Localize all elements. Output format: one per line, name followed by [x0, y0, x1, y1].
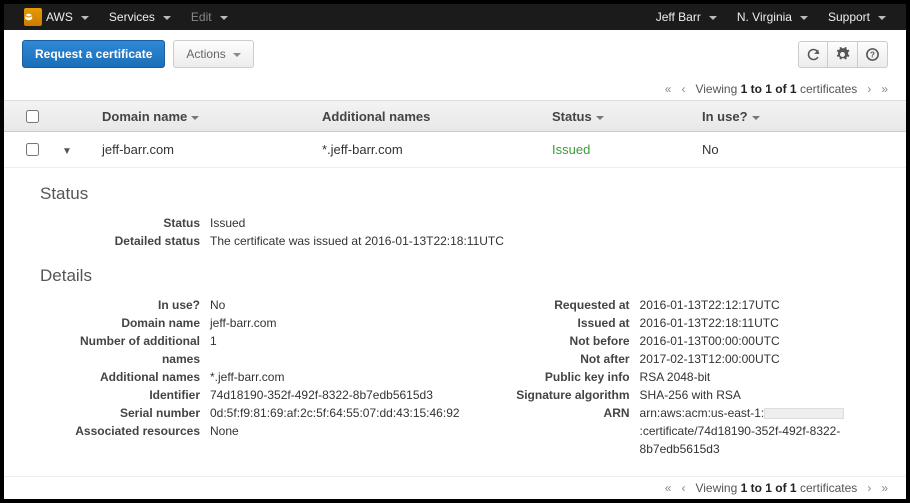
- page-first-button[interactable]: «: [665, 82, 672, 96]
- caret-down-icon: [705, 10, 717, 24]
- svg-text:?: ?: [870, 50, 875, 59]
- pager-top: « ‹ Viewing 1 to 1 of 1 certificates › »: [4, 78, 906, 100]
- page-next-button[interactable]: ›: [867, 481, 871, 495]
- detail-panel: Status StatusIssued Detailed statusThe c…: [4, 168, 906, 476]
- services-label: Services: [109, 10, 155, 24]
- pubkey-value: RSA 2048-bit: [640, 368, 870, 386]
- table-row[interactable]: ▼ jeff-barr.com *.jeff-barr.com Issued N…: [4, 132, 906, 168]
- cell-additional: *.jeff-barr.com: [322, 142, 552, 157]
- edit-label: Edit: [191, 10, 212, 24]
- refresh-button[interactable]: [798, 41, 828, 68]
- sigalg-value: SHA-256 with RSA: [640, 386, 870, 404]
- inuse-value: No: [210, 296, 460, 314]
- caret-down-icon: [159, 10, 171, 24]
- request-certificate-button[interactable]: Request a certificate: [22, 40, 165, 68]
- table-header: Domain name Additional names Status In u…: [4, 100, 906, 132]
- user-label: Jeff Barr: [656, 10, 701, 24]
- caret-down-icon: [77, 10, 89, 24]
- serial-value: 0d:5f:f9:81:69:af:2c:5f:64:55:07:dd:43:1…: [210, 404, 460, 422]
- select-all-checkbox[interactable]: [26, 110, 39, 123]
- support-label: Support: [828, 10, 870, 24]
- details-left: In use?No Domain namejeff-barr.com Numbe…: [40, 296, 460, 458]
- settings-button[interactable]: [828, 41, 858, 68]
- assoc-value: None: [210, 422, 460, 440]
- numadd-value: 1: [210, 332, 460, 368]
- arn-value: arn:aws:acm:us-east-1::certificate/74d18…: [640, 404, 870, 458]
- col-header-domain[interactable]: Domain name: [102, 109, 322, 124]
- page-next-button[interactable]: ›: [867, 82, 871, 96]
- caret-down-icon: [216, 10, 228, 24]
- page-prev-button[interactable]: ‹: [681, 82, 685, 96]
- requested-value: 2016-01-13T22:12:17UTC: [640, 296, 870, 314]
- gear-icon: [835, 47, 850, 62]
- toolbar-icon-group: ?: [798, 41, 888, 68]
- details-right: Requested at2016-01-13T22:12:17UTC Issue…: [470, 296, 870, 458]
- row-checkbox[interactable]: [26, 143, 39, 156]
- col-header-additional[interactable]: Additional names: [322, 109, 552, 124]
- domain-value: jeff-barr.com: [210, 314, 460, 332]
- refresh-icon: [806, 47, 821, 62]
- support-menu[interactable]: Support: [818, 10, 896, 24]
- page-prev-button[interactable]: ‹: [681, 481, 685, 495]
- help-icon: ?: [865, 47, 880, 62]
- aws-logo-icon: [24, 8, 42, 26]
- page-last-button[interactable]: »: [881, 82, 888, 96]
- col-header-status[interactable]: Status: [552, 109, 702, 124]
- col-header-inuse[interactable]: In use?: [702, 109, 888, 124]
- notafter-value: 2017-02-13T12:00:00UTC: [640, 350, 870, 368]
- caret-down-icon: [796, 10, 808, 24]
- cell-inuse: No: [702, 142, 888, 157]
- caret-down-icon: [229, 47, 241, 61]
- account-menu[interactable]: Jeff Barr: [646, 10, 727, 24]
- status-value: Issued: [210, 214, 870, 232]
- detailed-status-value: The certificate was issued at 2016-01-13…: [210, 232, 870, 250]
- services-menu[interactable]: Services: [99, 10, 181, 24]
- cell-domain: jeff-barr.com: [102, 142, 322, 157]
- help-button[interactable]: ?: [858, 41, 888, 68]
- toolbar: Request a certificate Actions ?: [4, 30, 906, 78]
- brand-label: AWS: [46, 10, 73, 24]
- page-last-button[interactable]: »: [881, 481, 888, 495]
- pager-text: Viewing 1 to 1 of 1 certificates: [695, 481, 857, 495]
- status-label: Status: [40, 214, 210, 232]
- caret-down-icon: [874, 10, 886, 24]
- status-section-title: Status: [40, 184, 870, 204]
- actions-menu-button[interactable]: Actions: [173, 40, 254, 68]
- region-label: N. Virginia: [737, 10, 792, 24]
- page-first-button[interactable]: «: [665, 481, 672, 495]
- identifier-link[interactable]: 74d18190-352f-492f-8322-8b7edb5615d3: [210, 386, 460, 404]
- aws-home[interactable]: AWS: [14, 8, 99, 26]
- sort-icon: [191, 116, 199, 124]
- sort-icon: [596, 116, 604, 124]
- pager-text: Viewing 1 to 1 of 1 certificates: [695, 82, 857, 96]
- redacted-account-id: [764, 408, 844, 419]
- sort-icon: [752, 116, 760, 124]
- detailed-status-label: Detailed status: [40, 232, 210, 250]
- global-nav: AWS Services Edit Jeff Barr N. Virginia …: [4, 4, 906, 30]
- addnames-value: *.jeff-barr.com: [210, 368, 460, 386]
- region-menu[interactable]: N. Virginia: [727, 10, 818, 24]
- actions-label: Actions: [186, 47, 225, 61]
- pager-bottom: « ‹ Viewing 1 to 1 of 1 certificates › »: [4, 476, 906, 499]
- issued-value: 2016-01-13T22:18:11UTC: [640, 314, 870, 332]
- notbefore-value: 2016-01-13T00:00:00UTC: [640, 332, 870, 350]
- app-frame: AWS Services Edit Jeff Barr N. Virginia …: [0, 0, 910, 503]
- details-section-title: Details: [40, 266, 870, 286]
- edit-menu[interactable]: Edit: [181, 10, 238, 24]
- row-expander[interactable]: ▼: [62, 146, 72, 157]
- cell-status: Issued: [552, 142, 702, 157]
